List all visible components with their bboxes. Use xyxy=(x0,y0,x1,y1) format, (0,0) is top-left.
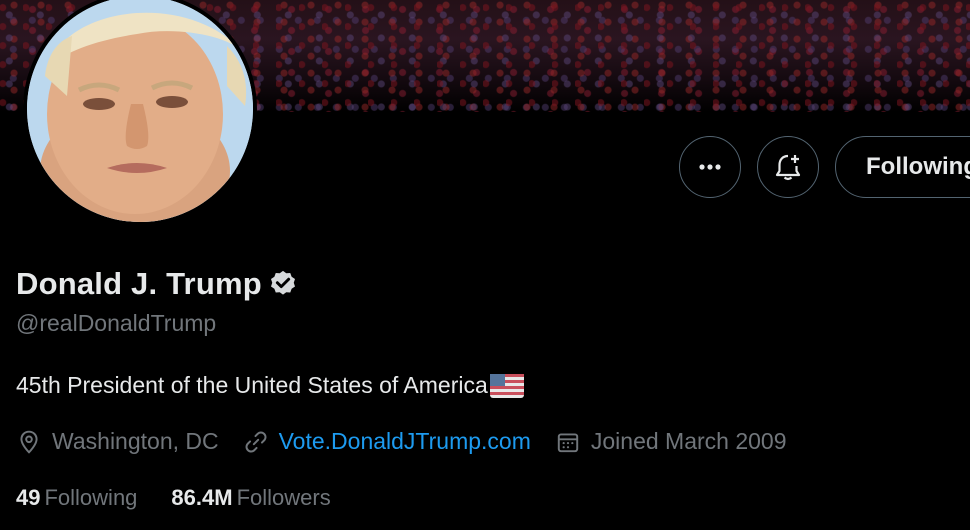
profile-handle: @realDonaldTrump xyxy=(16,310,217,336)
profile-name-row: Donald J. Trump xyxy=(16,266,298,302)
bell-plus-icon xyxy=(775,154,801,181)
more-horizontal-icon xyxy=(699,164,721,170)
profile-location: Washington, DC xyxy=(16,428,219,455)
us-flag-emoji xyxy=(489,373,524,398)
following-label: Following xyxy=(44,485,138,510)
more-options-button[interactable] xyxy=(679,136,741,198)
following-count: 49 xyxy=(16,485,41,510)
profile-joined: Joined March 2009 xyxy=(555,428,787,455)
profile-name: Donald J. Trump xyxy=(16,266,262,301)
profile-meta: Washington, DC Vote.DonaldJTrump.com Joi… xyxy=(16,428,811,455)
following-count-link[interactable]: 49 Following xyxy=(16,485,137,511)
followers-label: Followers xyxy=(236,485,331,510)
profile-website[interactable]: Vote.DonaldJTrump.com xyxy=(243,428,531,455)
location-text: Washington, DC xyxy=(52,428,219,454)
joined-text: Joined March 2009 xyxy=(590,428,787,454)
verified-badge-icon[interactable] xyxy=(268,269,298,299)
link-icon xyxy=(245,431,267,452)
profile-bio: 45th President of the United States of A… xyxy=(16,372,524,399)
profile-stats: 49 Following 86.4M Followers xyxy=(16,485,365,511)
notifications-button[interactable] xyxy=(757,136,819,198)
profile-avatar[interactable] xyxy=(23,0,257,226)
calendar-icon xyxy=(557,432,579,452)
followers-count: 86.4M xyxy=(171,485,233,510)
following-button[interactable]: Following xyxy=(835,136,970,198)
website-link[interactable]: Vote.DonaldJTrump.com xyxy=(279,428,531,455)
location-pin-icon xyxy=(20,430,38,454)
followers-count-link[interactable]: 86.4M Followers xyxy=(171,485,330,511)
bio-text: 45th President of the United States of A… xyxy=(16,372,488,398)
